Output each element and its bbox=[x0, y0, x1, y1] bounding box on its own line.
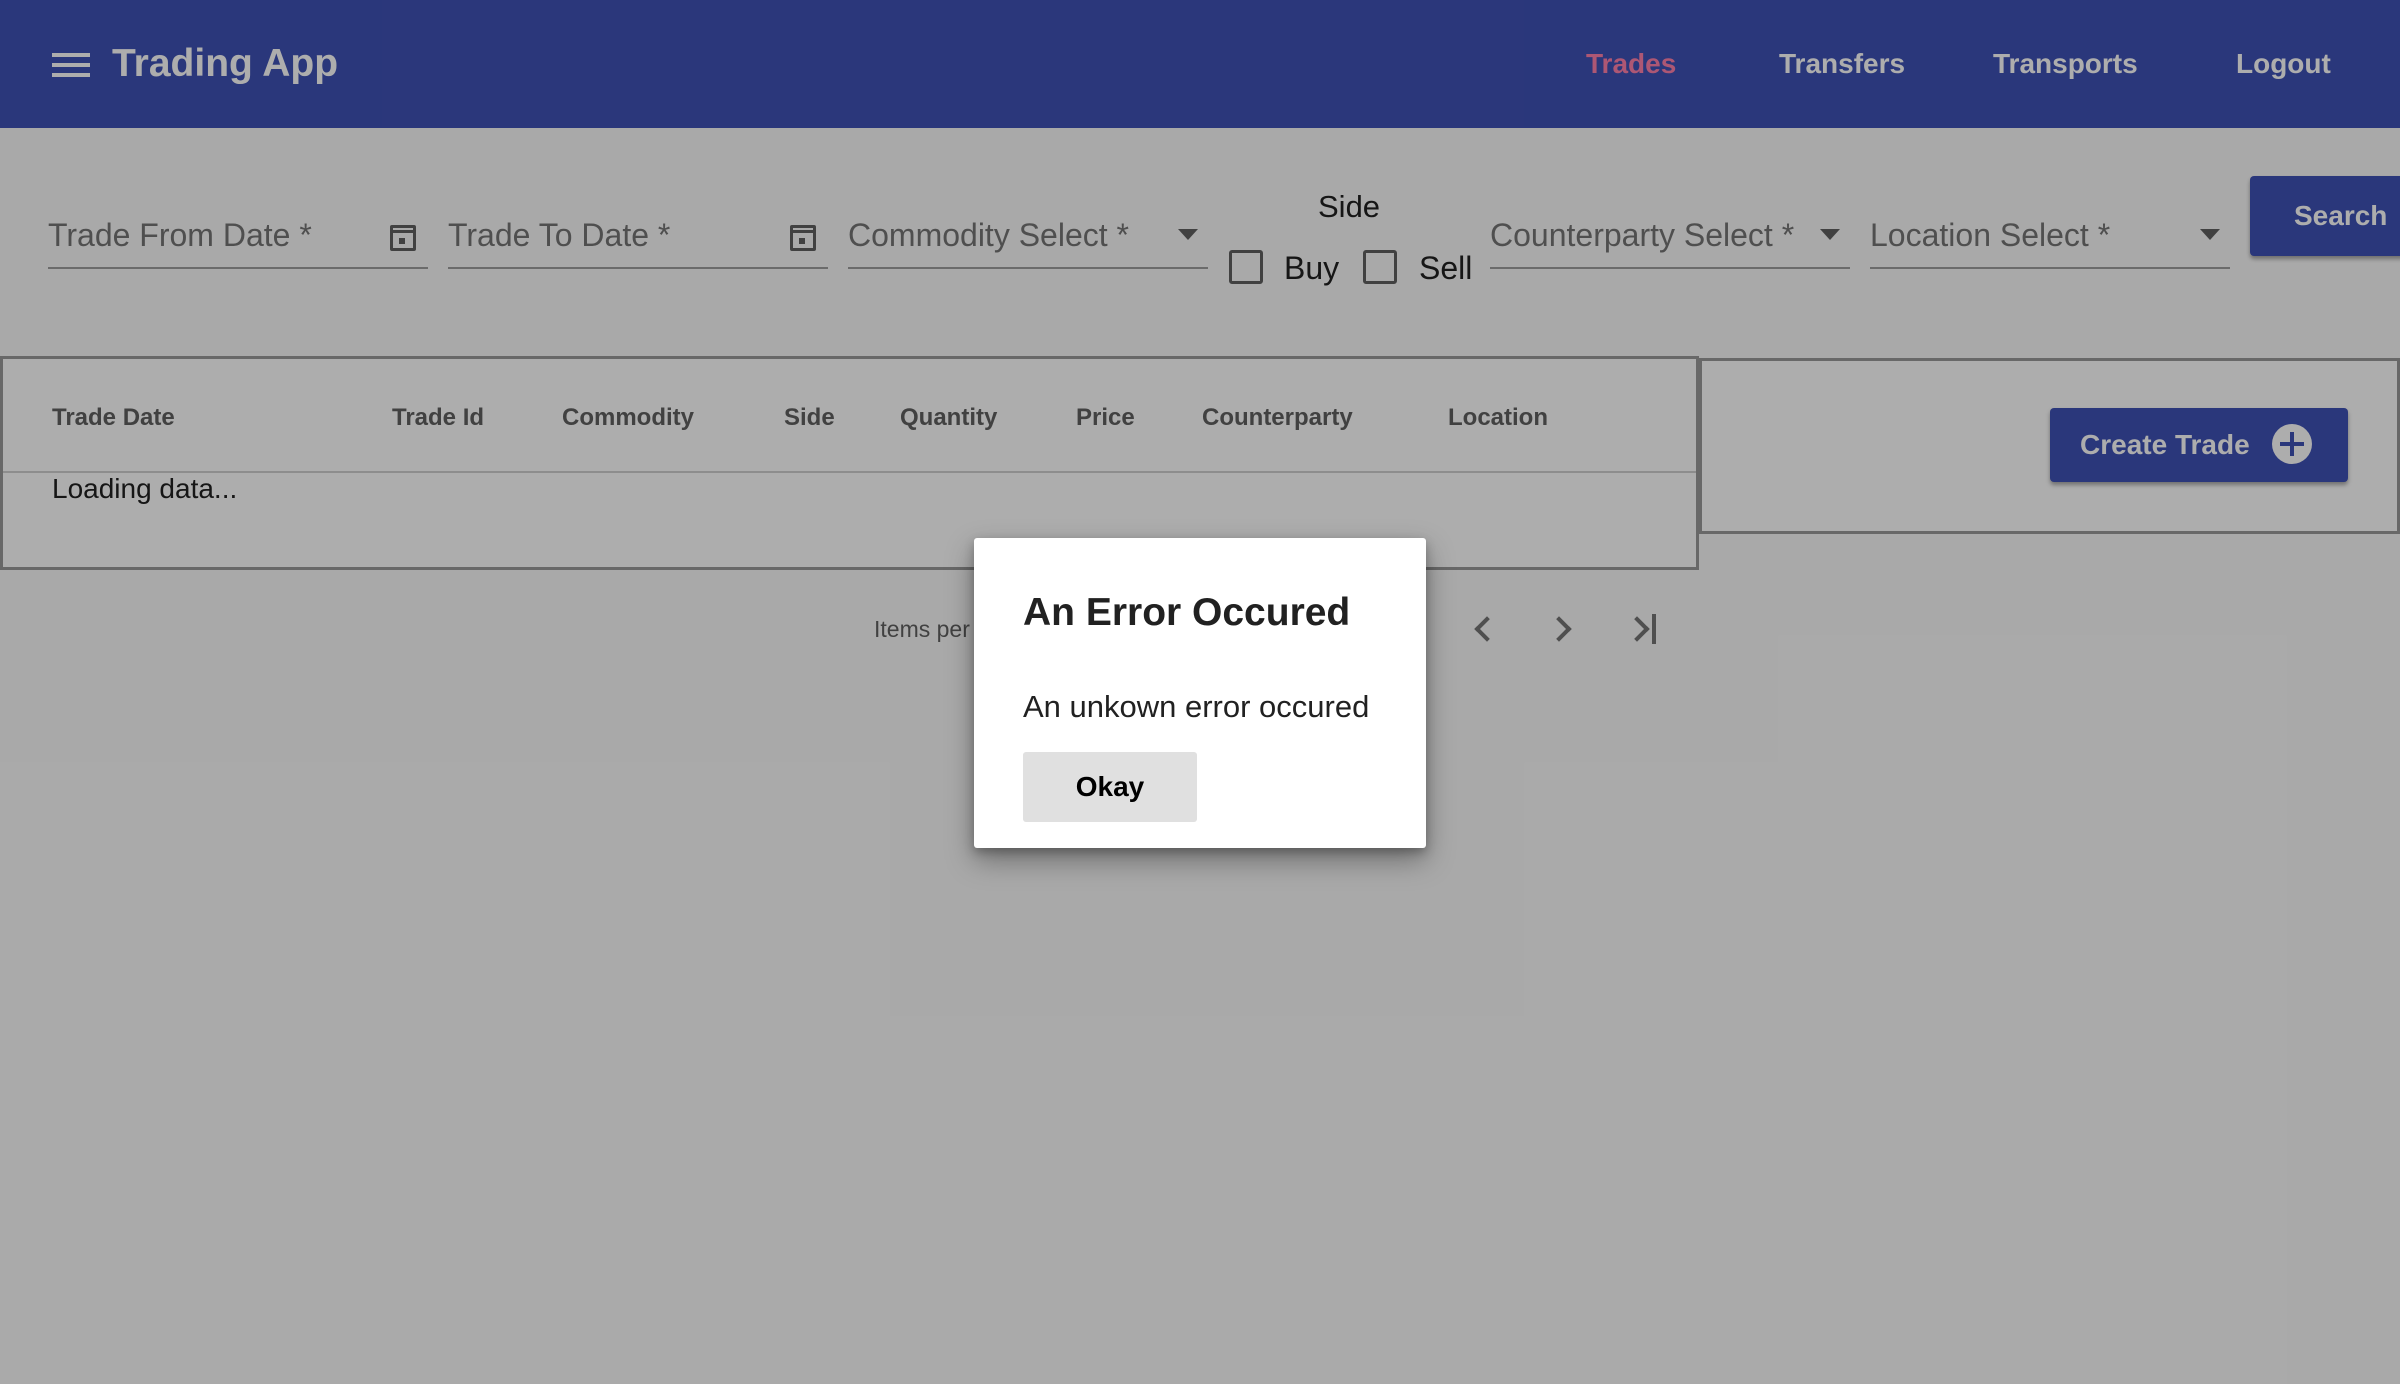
okay-button[interactable]: Okay bbox=[1023, 752, 1197, 822]
error-dialog: An Error Occured An unkown error occured… bbox=[974, 538, 1426, 848]
dialog-message: An unkown error occured bbox=[1023, 689, 1370, 724]
dialog-title: An Error Occured bbox=[1023, 591, 1351, 634]
